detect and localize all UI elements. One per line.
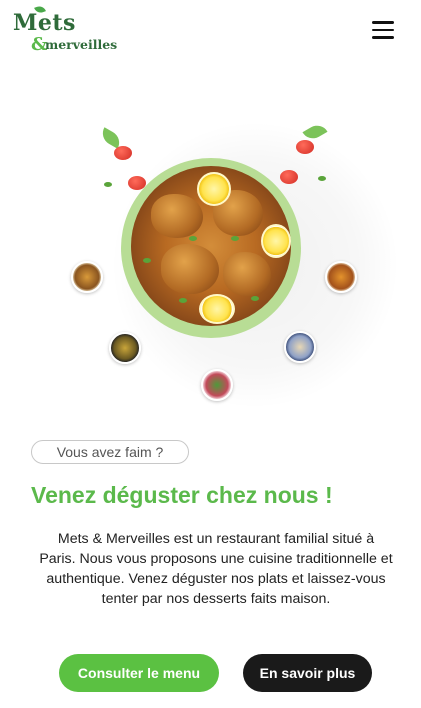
- hero-illustration: [0, 110, 421, 420]
- hungry-tag: Vous avez faim ?: [31, 440, 189, 464]
- main-dish-image: [131, 166, 291, 326]
- hamburger-menu-icon[interactable]: [372, 21, 396, 41]
- logo-word-merveilles: merveilles: [45, 37, 118, 52]
- page-title: Venez déguster chez nous !: [31, 482, 333, 508]
- logo[interactable]: Mets & merveilles: [13, 4, 123, 56]
- side-dish-image: [284, 331, 316, 363]
- logo-word-mets: Mets: [13, 10, 76, 36]
- side-dish-image: [325, 261, 357, 293]
- description-text: Mets & Merveilles est un restaurant fami…: [39, 531, 393, 607]
- side-dish-image: [109, 332, 141, 364]
- header: Mets & merveilles: [0, 0, 421, 64]
- side-dish-image: [71, 261, 103, 293]
- view-menu-button[interactable]: Consulter le menu: [59, 654, 219, 692]
- learn-more-button[interactable]: En savoir plus: [243, 654, 372, 692]
- side-dish-image: [201, 369, 233, 401]
